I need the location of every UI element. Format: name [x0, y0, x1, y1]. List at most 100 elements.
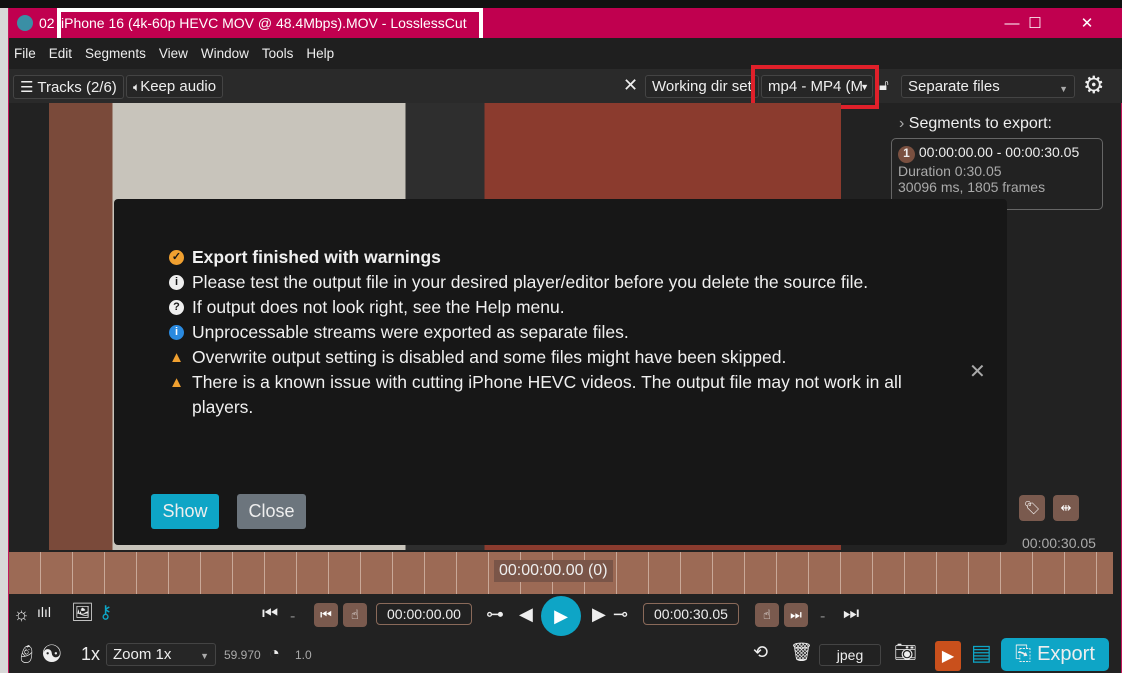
menu-bar: File Edit Segments View Window Tools Hel… [9, 38, 1122, 69]
message-text: There is a known issue with cutting iPho… [192, 372, 902, 417]
timeline-current-time: 00:00:00.00 (0) [494, 560, 613, 582]
app-icon [17, 15, 33, 31]
segments-header[interactable]: › Segments to export: [899, 115, 1052, 133]
cut-end-input[interactable]: 00:00:30.05 [643, 603, 739, 625]
segment-duration: Duration 0:30.05 [898, 163, 1002, 179]
chevron-down-icon: ▼ [200, 651, 209, 661]
prev-frame-icon[interactable]: ◀ [519, 604, 533, 625]
cut-start-input[interactable]: 00:00:00.00 [376, 603, 472, 625]
title-bar: 02 iPhone 16 (4k-60p HEVC MOV @ 48.4Mbps… [9, 8, 1122, 42]
dialog-title-row: ✓ Export finished with warnings [169, 245, 929, 270]
segment-range: 00:00:00.00 - 00:00:30.05 [918, 144, 1080, 160]
warning-icon: ▲ [169, 374, 184, 391]
menu-file[interactable]: File [14, 46, 36, 61]
fps-value[interactable]: 59.970 [224, 648, 261, 662]
show-button[interactable]: Show [151, 494, 219, 529]
gear-icon[interactable]: ⚙ [1083, 71, 1105, 100]
jump-cut-end-button[interactable]: ⏭︎ [784, 603, 808, 627]
timeline[interactable]: 00:00:00.00 (0) [9, 552, 1113, 594]
next-frame-icon[interactable]: ▶ [592, 604, 606, 625]
yin-yang-icon[interactable]: ☯ [41, 640, 63, 669]
message-row: ? If output does not look right, see the … [169, 295, 929, 320]
message-text: Overwrite output setting is disabled and… [192, 347, 787, 367]
window-title: iPhone 16 (4k-60p HEVC MOV @ 48.4Mbps).M… [61, 15, 467, 31]
output-mode-select[interactable]: Separate files ▼ [901, 75, 1075, 98]
tracks-label: Tracks (2/6) [37, 79, 117, 96]
message-row: i Unprocessable streams were exported as … [169, 320, 929, 345]
check-circle-icon: ✓ [169, 250, 184, 265]
set-cut-end-button[interactable]: ☝︎ [755, 603, 779, 627]
segment-frames: 30096 ms, 1805 frames [898, 179, 1046, 195]
unlock-icon[interactable]: 🔓︎ [879, 77, 889, 94]
jump-cut-start-button[interactable]: ⏮︎ [314, 603, 338, 627]
capture-format-select[interactable]: jpeg [819, 644, 881, 666]
play-button[interactable]: ▶ [541, 596, 581, 636]
brightness-icon[interactable]: ☼ [13, 604, 30, 625]
tracks-button[interactable]: ☰ Tracks (2/6) [13, 75, 124, 99]
toolbar: ☰ Tracks (2/6) 🔈︎Keep audio ✕ Working di… [9, 65, 1122, 109]
keep-audio-button[interactable]: 🔈︎Keep audio [126, 75, 224, 98]
keyframe-next-icon[interactable]: ⊸ [613, 604, 628, 625]
warning-icon: ▲ [169, 349, 184, 366]
baby-icon[interactable]: 👶︎ [15, 644, 38, 665]
export-icon: ⎘ [1015, 643, 1032, 665]
message-row: ▲ There is a known issue with cutting iPh… [169, 370, 929, 420]
split-icon[interactable]: ⇹ [1053, 495, 1079, 521]
menu-segments[interactable]: Segments [85, 46, 146, 61]
rotate-icon[interactable]: ⟲ [753, 642, 768, 663]
menu-help[interactable]: Help [306, 46, 334, 61]
message-text: Please test the output file in your desi… [192, 272, 869, 292]
output-mode-value: Separate files [908, 78, 1000, 95]
speedometer-icon[interactable]: ◔ [269, 643, 280, 664]
chevron-right-icon: › [899, 115, 909, 132]
set-cut-start-button[interactable]: ☝︎ [343, 603, 367, 627]
message-text: If output does not look right, see the H… [192, 297, 565, 317]
keep-audio-label: Keep audio [140, 78, 217, 95]
export-finished-dialog: ✓ Export finished with warnings i Please t… [114, 199, 1007, 545]
message-row: i Please test the output file in your des… [169, 270, 929, 295]
desktop-strip [0, 0, 1122, 8]
list-icon: ☰ [20, 79, 38, 96]
images-icon[interactable]: 🖼︎ [71, 602, 94, 623]
menu-edit[interactable]: Edit [49, 46, 72, 61]
menu-view[interactable]: View [159, 46, 188, 61]
rate-value: 1.0 [295, 648, 312, 662]
zoom-value: Zoom 1x [113, 646, 172, 663]
camera-icon[interactable]: 📷︎ [894, 642, 917, 663]
export-label: Export [1037, 643, 1095, 665]
title-prefix: 02 [39, 15, 55, 31]
playback-speed[interactable]: 1x [81, 644, 100, 665]
menu-tools[interactable]: Tools [262, 46, 294, 61]
export-button[interactable]: ⎘ Export [1001, 638, 1109, 671]
close-button[interactable]: ✕ [1064, 8, 1110, 38]
message-row: ▲ Overwrite output setting is disabled an… [169, 345, 929, 370]
segment-end-time: 00:00:30.05 [1022, 535, 1096, 551]
working-dir-button[interactable]: Working dir set [645, 75, 759, 98]
message-text: Unprocessable streams were exported as s… [192, 322, 629, 342]
dialog-close-icon[interactable]: ✕ [969, 359, 986, 384]
chevron-down-icon: ▼ [1059, 84, 1068, 94]
jump-end-icon[interactable]: ⏭︎ [843, 603, 859, 624]
segment-index: 1 [898, 146, 915, 163]
zoom-select[interactable]: Zoom 1x ▼ [106, 643, 216, 666]
tag-icon[interactable]: 🏷︎ [1019, 495, 1045, 521]
separator: - [820, 608, 826, 625]
export-mode-button[interactable]: ▶ [935, 641, 961, 671]
trash-icon[interactable]: 🗑︎ [790, 642, 813, 663]
app-window: 02 iPhone 16 (4k-60p HEVC MOV @ 48.4Mbps… [8, 8, 1122, 673]
info-icon: i [169, 275, 184, 290]
dialog-close-button[interactable]: Close [237, 494, 306, 529]
waveform-icon[interactable]: ılıl [37, 604, 51, 620]
menu-window[interactable]: Window [201, 46, 249, 61]
clear-working-dir-icon[interactable]: ✕ [623, 75, 638, 96]
segments-header-label: Segments to export: [908, 115, 1052, 132]
calendar-icon[interactable]: ▤ [971, 640, 992, 666]
info-icon: i [169, 325, 184, 340]
maximize-button[interactable]: ☐ [1012, 8, 1058, 38]
jump-start-icon[interactable]: ⏮︎ [262, 603, 278, 624]
separator: - [290, 608, 296, 625]
question-icon: ? [169, 300, 184, 315]
dialog-title: Export finished with warnings [192, 247, 441, 267]
key-icon[interactable]: ⚷ [99, 602, 112, 623]
keyframe-icon[interactable]: ⊶ [486, 604, 504, 625]
